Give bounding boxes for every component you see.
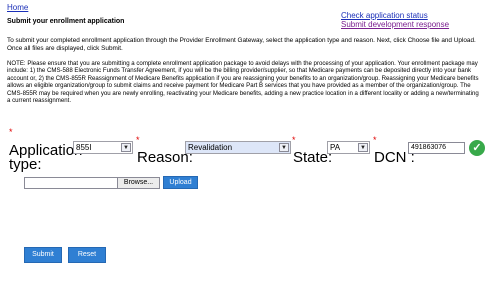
application-type-select[interactable]: 855I ▼ <box>73 141 133 154</box>
application-type-label-line2: type: <box>9 156 42 173</box>
chevron-down-icon: ▼ <box>121 143 131 152</box>
reason-value: Revalidation <box>188 143 233 152</box>
instructions-text: To submit your completed enrollment appl… <box>7 37 476 52</box>
header-links: Check application status Submit developm… <box>341 11 449 29</box>
check-application-status-link[interactable]: Check application status <box>341 11 449 20</box>
check-circle-icon: ✓ <box>469 140 485 156</box>
chevron-down-icon: ▼ <box>279 143 289 152</box>
chevron-down-icon: ▼ <box>358 143 368 152</box>
state-select[interactable]: PA ▼ <box>327 141 370 154</box>
reason-select[interactable]: Revalidation ▼ <box>185 141 291 154</box>
page-title: Submit your enrollment application <box>7 18 125 25</box>
browse-button[interactable]: Browse... <box>117 177 160 189</box>
submit-button[interactable]: Submit <box>24 247 62 263</box>
note-text: NOTE: Please ensure that you are submitt… <box>7 60 479 105</box>
application-type-label: Application type: <box>9 143 82 173</box>
state-value: PA <box>330 143 341 152</box>
upload-button[interactable]: Upload <box>163 176 198 189</box>
home-link[interactable]: Home <box>7 3 28 12</box>
required-marker-dcn: * <box>373 135 377 145</box>
submit-development-response-link[interactable]: Submit development response <box>341 20 449 29</box>
application-type-value: 855I <box>76 143 92 152</box>
dcn-input[interactable]: 491863076 <box>408 142 465 154</box>
required-marker-reason: * <box>136 135 140 145</box>
required-marker-application-type: * <box>9 127 13 137</box>
reset-button[interactable]: Reset <box>68 247 106 263</box>
required-marker-state: * <box>292 135 296 145</box>
